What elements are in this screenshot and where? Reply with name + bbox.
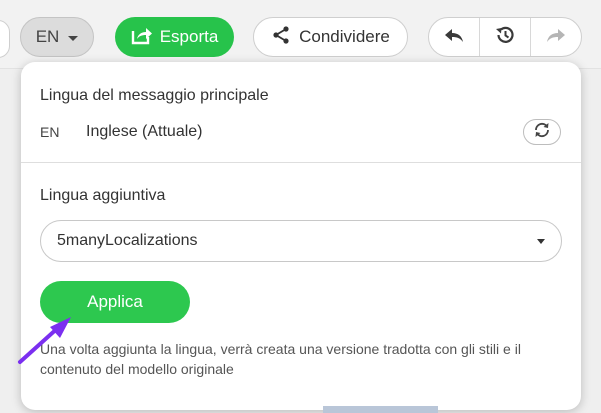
additional-language-title: Lingua aggiuntiva: [40, 187, 166, 204]
language-dropdown-button[interactable]: EN: [20, 17, 94, 57]
export-button-label: Esporta: [159, 27, 219, 46]
export-icon: [131, 25, 153, 50]
share-button-label: Condividere: [299, 27, 390, 46]
history-button-group: [428, 17, 582, 57]
additional-language-select[interactable]: 5manyLocalizations: [40, 220, 562, 262]
additional-language-value: 5manyLocalizations: [57, 232, 198, 249]
undo-icon: [443, 25, 465, 50]
main-language-title: Lingua del messaggio principale: [40, 87, 269, 104]
partial-toolbar-button[interactable]: [0, 20, 10, 58]
main-language-name: Inglese (Attuale): [86, 123, 203, 140]
pointer-arrow-icon: [18, 317, 71, 364]
swap-language-button[interactable]: [523, 119, 561, 145]
history-button[interactable]: [479, 18, 530, 56]
main-language-code: EN: [40, 124, 60, 140]
redo-button[interactable]: [530, 18, 581, 56]
chevron-down-icon: [537, 239, 545, 244]
hint-text: Una volta aggiunta la lingua, verrà crea…: [40, 341, 521, 377]
chevron-down-icon: [68, 35, 79, 41]
language-popover: Lingua del messaggio principale EN Ingle…: [21, 62, 581, 410]
language-button-label: EN: [35, 27, 60, 46]
history-icon: [494, 24, 516, 51]
section-divider: [21, 162, 581, 163]
background-thumbnail-strip: [323, 406, 438, 413]
share-button[interactable]: Condividere: [253, 17, 408, 57]
undo-button[interactable]: [429, 18, 479, 56]
share-icon: [271, 25, 291, 50]
top-toolbar: EN Esporta Condividere: [0, 0, 601, 69]
refresh-icon: [532, 121, 552, 144]
export-button[interactable]: Esporta: [115, 17, 234, 57]
redo-icon: [545, 25, 567, 50]
